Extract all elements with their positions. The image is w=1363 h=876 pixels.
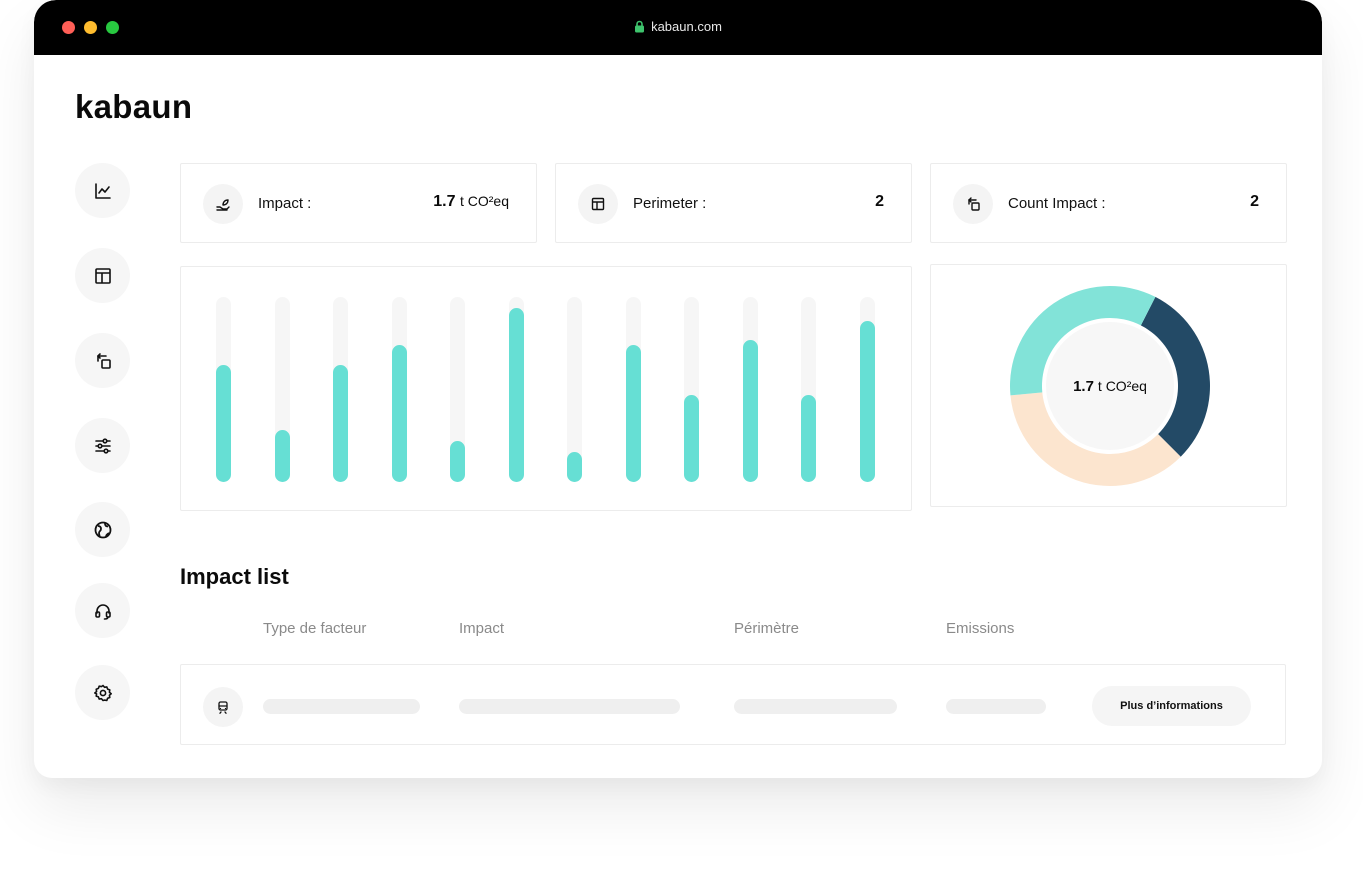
- more-info-button[interactable]: Plus d’informations: [1092, 686, 1251, 726]
- bar-4[interactable]: [391, 345, 407, 482]
- row-icon-wrap: [203, 687, 243, 727]
- column-header-impact[interactable]: Impact: [459, 620, 504, 637]
- hand-leaf-icon: [216, 199, 230, 211]
- skeleton-emissions: [946, 699, 1046, 714]
- bar-5[interactable]: [450, 441, 465, 482]
- transfer-icon: [968, 197, 980, 211]
- sidebar-item-globe[interactable]: [75, 502, 130, 557]
- count-impact-stat-icon-wrap: [953, 184, 993, 224]
- perimeter-stat-icon-wrap: [578, 184, 618, 224]
- gear-icon: [93, 684, 112, 701]
- sidebar-item-support[interactable]: [75, 583, 130, 638]
- donut-center-value: 1.7: [1073, 377, 1094, 395]
- skeleton-type: [263, 699, 420, 714]
- sidebar-item-count-impact[interactable]: [75, 333, 130, 388]
- impact-stat-number: 1.7: [433, 193, 456, 210]
- impact-stat-icon-wrap: [203, 184, 243, 224]
- sidebar-item-perimeter[interactable]: [75, 248, 130, 303]
- impact-stat-card: Impact : 1.7 t CO²eq: [180, 163, 537, 243]
- lock-icon: [634, 20, 645, 33]
- count-impact-stat-card: Count Impact : 2: [930, 163, 1287, 243]
- donut-chart: 1.7 t CO²eq: [1009, 285, 1211, 487]
- bar-chart-card: [180, 266, 912, 511]
- impact-stat-label: Impact :: [258, 195, 312, 212]
- layout-icon: [591, 197, 605, 211]
- bar-11[interactable]: [801, 395, 816, 482]
- browser-window: kabaun.com kabaun Impact : 1.7 t CO²eq P…: [34, 0, 1322, 778]
- bar-2[interactable]: [274, 430, 290, 482]
- perimeter-stat-card: Perimeter : 2: [555, 163, 912, 243]
- bar-12[interactable]: [859, 321, 875, 482]
- column-header-emissions[interactable]: Emissions: [946, 620, 1014, 637]
- train-icon: [218, 701, 228, 714]
- sidebar-item-settings[interactable]: [75, 665, 130, 720]
- skeleton-perimeter: [734, 699, 897, 714]
- sliders-icon: [94, 437, 111, 454]
- perimeter-stat-label: Perimeter :: [633, 195, 707, 212]
- url-text: kabaun.com: [651, 19, 722, 34]
- address-bar[interactable]: kabaun.com: [34, 19, 1322, 34]
- bar-7[interactable]: [567, 452, 582, 482]
- bar-1[interactable]: [216, 365, 231, 482]
- bar-8[interactable]: [625, 345, 641, 482]
- count-impact-stat-label: Count Impact :: [1008, 195, 1106, 212]
- headset-icon: [94, 603, 111, 620]
- donut-center-label: 1.7 t CO²eq: [1009, 285, 1211, 487]
- count-impact-stat-value: 2: [1250, 193, 1259, 210]
- app-logo[interactable]: kabaun: [75, 88, 192, 126]
- table-row[interactable]: Plus d’informations: [180, 664, 1286, 745]
- sidebar-item-filters[interactable]: [75, 418, 130, 473]
- impact-stat-unit: t CO²eq: [459, 193, 509, 209]
- bar-9[interactable]: [684, 395, 699, 482]
- browser-titlebar: kabaun.com: [34, 0, 1322, 55]
- donut-chart-card: 1.7 t CO²eq: [930, 264, 1287, 507]
- sidebar-item-analytics[interactable]: [75, 163, 130, 218]
- bar-3[interactable]: [333, 365, 348, 482]
- skeleton-impact: [459, 699, 680, 714]
- globe-icon: [94, 521, 111, 538]
- layout-icon: [94, 267, 111, 284]
- impact-list-title: Impact list: [180, 564, 289, 589]
- impact-stat-value: 1.7 t CO²eq: [433, 193, 509, 211]
- column-header-type[interactable]: Type de facteur: [263, 620, 366, 637]
- line-chart-icon: [94, 182, 111, 199]
- column-header-perimeter[interactable]: Périmètre: [734, 620, 799, 637]
- perimeter-stat-value: 2: [875, 193, 884, 210]
- bar-10[interactable]: [742, 339, 758, 482]
- bar-6[interactable]: [508, 308, 524, 482]
- donut-center-unit: t CO²eq: [1097, 378, 1147, 394]
- transfer-icon: [96, 352, 111, 369]
